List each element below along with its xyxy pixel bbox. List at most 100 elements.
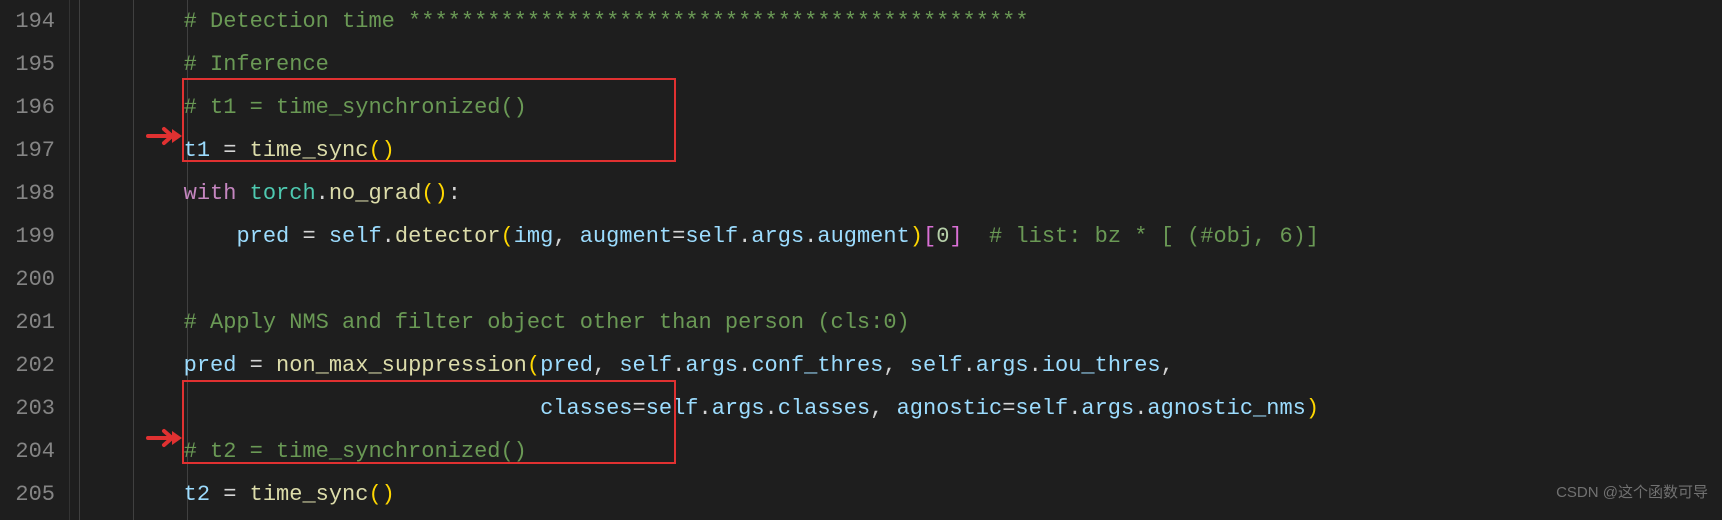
comment: # list: bz * [ (#obj, 6)]: [989, 224, 1319, 249]
code-line[interactable]: # t1 = time_synchronized(): [78, 86, 1722, 129]
code-line[interactable]: # t2 = time_synchronized(): [78, 430, 1722, 473]
argument: augment: [580, 224, 672, 249]
code-editor[interactable]: 194 195 196 197 198 199 200 201 202 203 …: [0, 0, 1722, 520]
indent: [78, 439, 184, 464]
comment: # t2 = time_synchronized(): [184, 439, 527, 464]
variable: pred: [184, 353, 237, 378]
dot: .: [804, 224, 817, 249]
variable: pred: [236, 224, 289, 249]
dot: .: [963, 353, 976, 378]
argument: agnostic: [897, 396, 1003, 421]
attribute: args: [751, 224, 804, 249]
indent: [78, 95, 184, 120]
indent: [78, 52, 184, 77]
attribute: args: [685, 353, 738, 378]
attribute: conf_thres: [751, 353, 883, 378]
variable: t1: [184, 138, 210, 163]
line-number: 199: [0, 215, 55, 258]
self: self: [619, 353, 672, 378]
paren: ): [910, 224, 923, 249]
code-line[interactable]: # Detection time ***********************…: [78, 0, 1722, 43]
line-number: 198: [0, 172, 55, 215]
comma: ,: [870, 396, 896, 421]
dot: .: [316, 181, 329, 206]
self: self: [646, 396, 699, 421]
code-line[interactable]: [78, 258, 1722, 301]
attribute: classes: [778, 396, 870, 421]
indent: [78, 138, 184, 163]
line-number: 205: [0, 473, 55, 516]
watermark-text: CSDN @这个函数可导: [1556, 471, 1708, 514]
code-line[interactable]: # Inference: [78, 43, 1722, 86]
comment: # Inference: [184, 52, 329, 77]
argument: pred: [540, 353, 593, 378]
bracket: ]: [949, 224, 962, 249]
paren: (): [421, 181, 447, 206]
colon: :: [448, 181, 461, 206]
dot: .: [382, 224, 395, 249]
line-number: 194: [0, 0, 55, 43]
paren: (: [501, 224, 514, 249]
code-content[interactable]: # Detection time ***********************…: [70, 0, 1722, 520]
line-number: 202: [0, 344, 55, 387]
indent: [78, 181, 184, 206]
variable: t2: [184, 482, 210, 507]
dot: .: [1068, 396, 1081, 421]
code-line[interactable]: pred = non_max_suppression(pred, self.ar…: [78, 344, 1722, 387]
function-call: time_sync: [250, 482, 369, 507]
operator: =: [236, 353, 276, 378]
operator: =: [210, 138, 250, 163]
attribute: augment: [817, 224, 909, 249]
bracket: [: [923, 224, 936, 249]
line-number: 203: [0, 387, 55, 430]
line-number: 195: [0, 43, 55, 86]
line-number: 204: [0, 430, 55, 473]
dot: .: [699, 396, 712, 421]
line-number: 196: [0, 86, 55, 129]
operator: =: [1002, 396, 1015, 421]
module: torch: [250, 181, 316, 206]
comma: ,: [883, 353, 909, 378]
operator: =: [672, 224, 685, 249]
code-line[interactable]: t2 = time_sync(): [78, 473, 1722, 516]
attribute: args: [976, 353, 1029, 378]
function-call: detector: [395, 224, 501, 249]
dot: .: [738, 353, 751, 378]
dot: .: [738, 224, 751, 249]
function-call: no_grad: [329, 181, 421, 206]
operator: =: [210, 482, 250, 507]
indent: [78, 9, 184, 34]
comment: # t1 = time_synchronized(): [184, 95, 527, 120]
argument: img: [514, 224, 554, 249]
line-number-gutter: 194 195 196 197 198 199 200 201 202 203 …: [0, 0, 70, 520]
paren: (): [368, 482, 394, 507]
comment: # Detection time ***********************…: [184, 9, 1029, 34]
paren: ): [1306, 396, 1319, 421]
self: self: [910, 353, 963, 378]
indent: [78, 482, 184, 507]
comment: # Apply NMS and filter object other than…: [184, 310, 910, 335]
self: self: [1015, 396, 1068, 421]
comma: ,: [553, 224, 579, 249]
attribute: args: [1081, 396, 1134, 421]
operator: =: [633, 396, 646, 421]
self: self: [329, 224, 382, 249]
code-line[interactable]: # Apply NMS and filter object other than…: [78, 301, 1722, 344]
attribute: agnostic_nms: [1147, 396, 1305, 421]
code-line[interactable]: pred = self.detector(img, augment=self.a…: [78, 215, 1722, 258]
indent: [78, 353, 184, 378]
code-line[interactable]: classes=self.args.classes, agnostic=self…: [78, 387, 1722, 430]
line-number: 201: [0, 301, 55, 344]
dot: .: [672, 353, 685, 378]
space: [236, 181, 249, 206]
paren: (: [527, 353, 540, 378]
function-call: time_sync: [250, 138, 369, 163]
keyword: with: [184, 181, 237, 206]
code-line[interactable]: t1 = time_sync(): [78, 129, 1722, 172]
attribute: args: [712, 396, 765, 421]
function-call: non_max_suppression: [276, 353, 527, 378]
code-line[interactable]: with torch.no_grad():: [78, 172, 1722, 215]
dot: .: [1134, 396, 1147, 421]
dot: .: [765, 396, 778, 421]
attribute: iou_thres: [1042, 353, 1161, 378]
